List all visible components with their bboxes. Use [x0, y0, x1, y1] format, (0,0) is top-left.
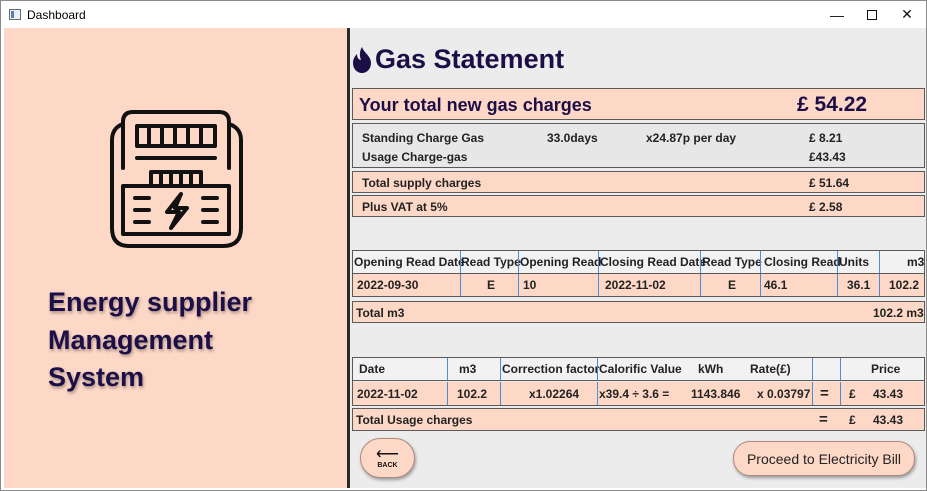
col-m3: m3: [459, 362, 477, 376]
cell-correction-factor: x1.02264: [529, 386, 580, 401]
total-usage-row: Total Usage charges = £ 43.43: [352, 408, 925, 431]
cell-opening-read-date: 2022-09-30: [357, 278, 419, 292]
standing-charge-label: Standing Charge Gas: [362, 131, 485, 145]
col-units: Units: [839, 255, 869, 269]
cell-m3: 102.2: [457, 386, 488, 401]
minimize-button[interactable]: —: [819, 1, 855, 28]
brand-line-3: System: [48, 362, 145, 392]
table-row: 2022-11-02 102.2 x1.02264 x39.4 ÷ 3.6 = …: [353, 382, 924, 405]
col-correction-factor: Correction factor: [502, 362, 600, 376]
back-button[interactable]: ⟵ BACK: [360, 438, 415, 478]
cell-rate: x 0.03797: [757, 386, 811, 401]
flame-icon: [353, 46, 371, 73]
col-opening-read: Opening Read: [520, 255, 602, 269]
usage-charge-label: Usage Charge-gas: [362, 150, 468, 164]
cell-date: 2022-11-02: [357, 386, 418, 401]
col-closing-read: Closing Read: [764, 255, 841, 269]
col-m3: m3: [907, 255, 925, 269]
col-price: Price: [871, 362, 901, 376]
table-header-row: Date m3 Correction factor Calorific Valu…: [353, 358, 924, 381]
vat-amount: £ 2.58: [809, 200, 843, 214]
close-button[interactable]: ✕: [889, 1, 925, 28]
cell-currency: £: [849, 386, 856, 401]
cell-equals: =: [820, 385, 829, 402]
table-header-row: Opening Read Date Read Type Opening Read…: [353, 251, 924, 274]
supply-charges-label: Total supply charges: [362, 176, 482, 190]
cell-units: 36.1: [847, 278, 871, 292]
maximize-icon: [867, 9, 877, 20]
supply-charges-amount: £ 51.64: [809, 176, 850, 190]
table-row: 2022-09-30 E 10 2022-11-02 E 46.1 36.1 1…: [353, 274, 924, 296]
brand-panel: Energy supplier Management System: [4, 28, 347, 488]
cell-m3: 102.2: [889, 278, 920, 292]
total-m3-label: Total m3: [356, 306, 405, 320]
app-window-icon: [9, 9, 21, 20]
window-title: Dashboard: [27, 8, 86, 22]
back-label: BACK: [377, 461, 398, 469]
cell-kwh: 1143.846: [691, 386, 741, 401]
brand-title: Energy supplier Management System: [48, 284, 252, 397]
total-m3-value: 102.2 m3: [873, 306, 924, 320]
statement-title: Gas Statement: [375, 44, 565, 74]
standing-charge-days: 33.0days: [547, 131, 598, 145]
cell-read-type: E: [487, 278, 496, 292]
brand-line-2: Management: [48, 324, 214, 355]
charges-breakdown-box: Standing Charge Gas 33.0days x24.87p per…: [352, 123, 925, 168]
cell-closing-read-date: 2022-11-02: [605, 278, 666, 292]
col-kwh: kWh: [698, 362, 724, 376]
total-usage-label: Total Usage charges: [356, 413, 473, 427]
proceed-to-electricity-button[interactable]: Proceed to Electricity Bill: [733, 441, 915, 476]
supply-charges-box: Total supply charges £ 51.64: [352, 171, 925, 193]
app-window: Dashboard — ✕ Energy supplier Management…: [0, 0, 927, 491]
title-bar: Dashboard — ✕: [1, 1, 926, 28]
col-closing-read-date: Closing Read Date: [600, 255, 707, 269]
total-charges-value: £ 54.22: [797, 93, 868, 116]
vat-label: Plus VAT at 5%: [362, 200, 448, 214]
col-date: Date: [359, 362, 386, 376]
vat-box: Plus VAT at 5% £ 2.58: [352, 195, 925, 217]
cell-price: 43.43: [873, 386, 904, 401]
col-calorific-value: Calorific Value: [599, 362, 682, 376]
col-read-type-2: Read Type: [702, 255, 762, 269]
total-m3-row: Total m3 102.2 m3: [352, 301, 925, 323]
maximize-button[interactable]: [854, 1, 890, 28]
col-read-type: Read Type: [461, 255, 521, 269]
meter-reads-table: Opening Read Date Read Type Opening Read…: [352, 250, 925, 297]
cell-read-type-2: E: [728, 278, 737, 292]
total-usage-currency: £: [849, 413, 856, 427]
gas-meter-icon: [110, 110, 243, 248]
cell-closing-read: 46.1: [764, 278, 788, 292]
cell-calorific-calc: x39.4 ÷ 3.6 =: [599, 386, 670, 401]
col-rate: Rate(£): [750, 362, 791, 376]
usage-charges-table: Date m3 Correction factor Calorific Valu…: [352, 357, 925, 406]
total-charges-label: Your total new gas charges: [359, 95, 592, 115]
total-usage-value: 43.43: [873, 413, 904, 427]
total-charges-box: Your total new gas charges £ 54.22: [352, 88, 925, 120]
total-usage-equals: =: [819, 411, 828, 428]
standing-charge-rate: x24.87p per day: [646, 131, 737, 145]
statement-header: Gas Statement: [352, 44, 564, 75]
statement-panel: Gas Statement Your total new gas charges…: [350, 28, 926, 488]
col-opening-read-date: Opening Read Date: [354, 255, 465, 269]
brand-line-1: Energy supplier: [48, 287, 253, 317]
usage-charge-amount: £43.43: [809, 150, 846, 164]
cell-opening-read: 10: [523, 278, 537, 292]
arrow-left-icon: ⟵: [376, 445, 399, 463]
standing-charge-amount: £ 8.21: [809, 131, 843, 145]
